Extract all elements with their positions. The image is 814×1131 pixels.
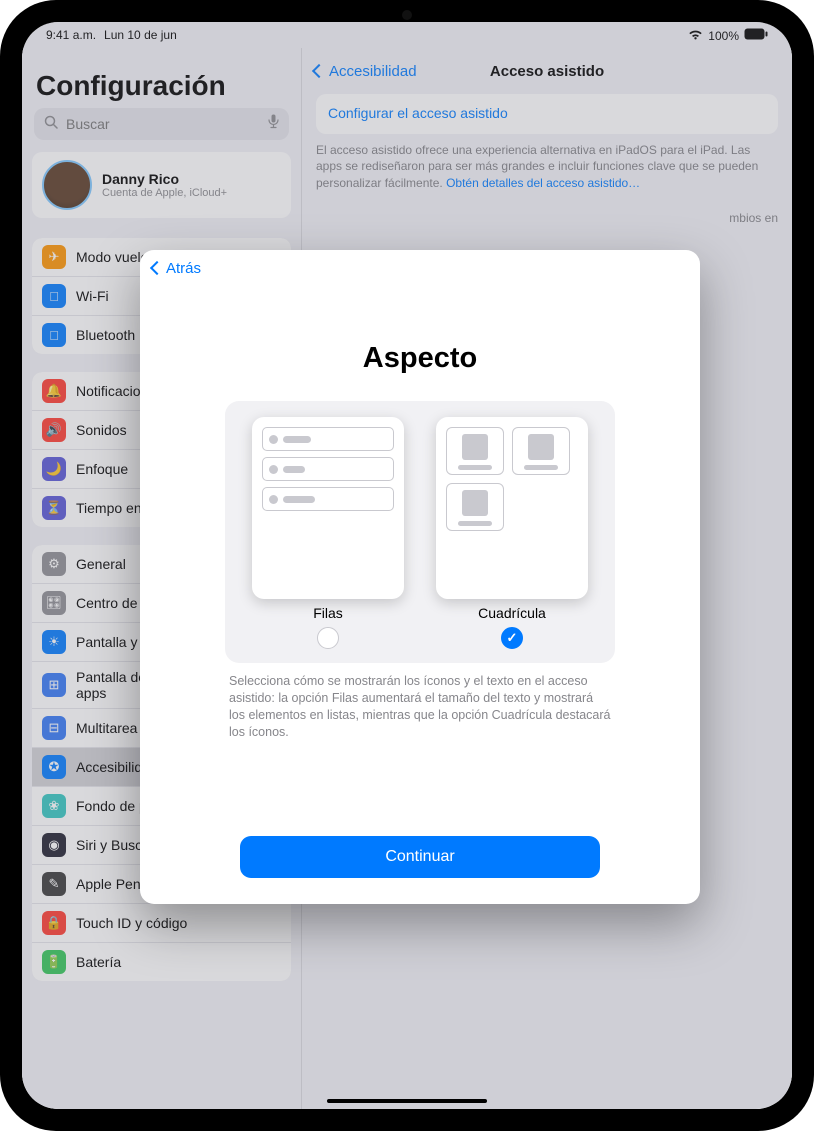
- option-rows[interactable]: Filas: [252, 417, 404, 649]
- chevron-left-icon: [152, 260, 165, 277]
- appearance-description: Selecciona cómo se mostrarán los íconos …: [225, 673, 615, 741]
- appearance-modal: Atrás Aspecto Filas: [140, 250, 700, 904]
- option-grid[interactable]: Cuadrícula ✓: [436, 417, 588, 649]
- modal-back-label: Atrás: [166, 260, 201, 277]
- camera-notch: [402, 10, 412, 20]
- option-rows-label: Filas: [313, 605, 343, 621]
- appearance-options: Filas Cuadrícula ✓: [225, 401, 615, 663]
- modal-title: Aspecto: [363, 342, 477, 375]
- radio-grid[interactable]: ✓: [501, 627, 523, 649]
- radio-rows[interactable]: [317, 627, 339, 649]
- preview-grid: [436, 417, 588, 599]
- option-grid-label: Cuadrícula: [478, 605, 546, 621]
- home-indicator[interactable]: [327, 1099, 487, 1103]
- modal-back-button[interactable]: Atrás: [152, 260, 688, 277]
- preview-rows: [252, 417, 404, 599]
- continue-button[interactable]: Continuar: [240, 836, 600, 878]
